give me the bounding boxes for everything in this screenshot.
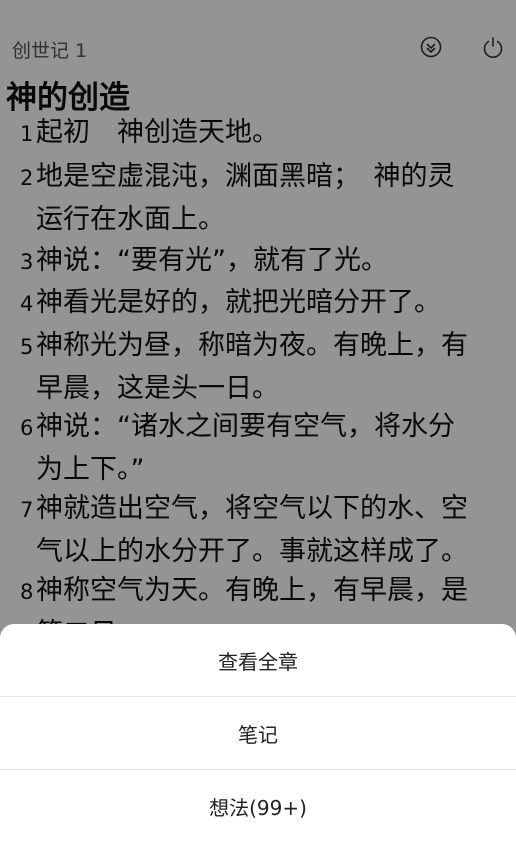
thoughts-button[interactable]: 想法(99+)	[0, 770, 516, 843]
reader-screen: 创世记 1 神的创造 1起初 神创造天地。 2地是空虚混沌，渊面黑暗； 神的灵 …	[0, 0, 516, 845]
action-sheet: 查看全章 笔记 想法(99+)	[0, 624, 516, 845]
view-full-chapter-button[interactable]: 查看全章	[0, 624, 516, 697]
notes-button[interactable]: 笔记	[0, 697, 516, 770]
